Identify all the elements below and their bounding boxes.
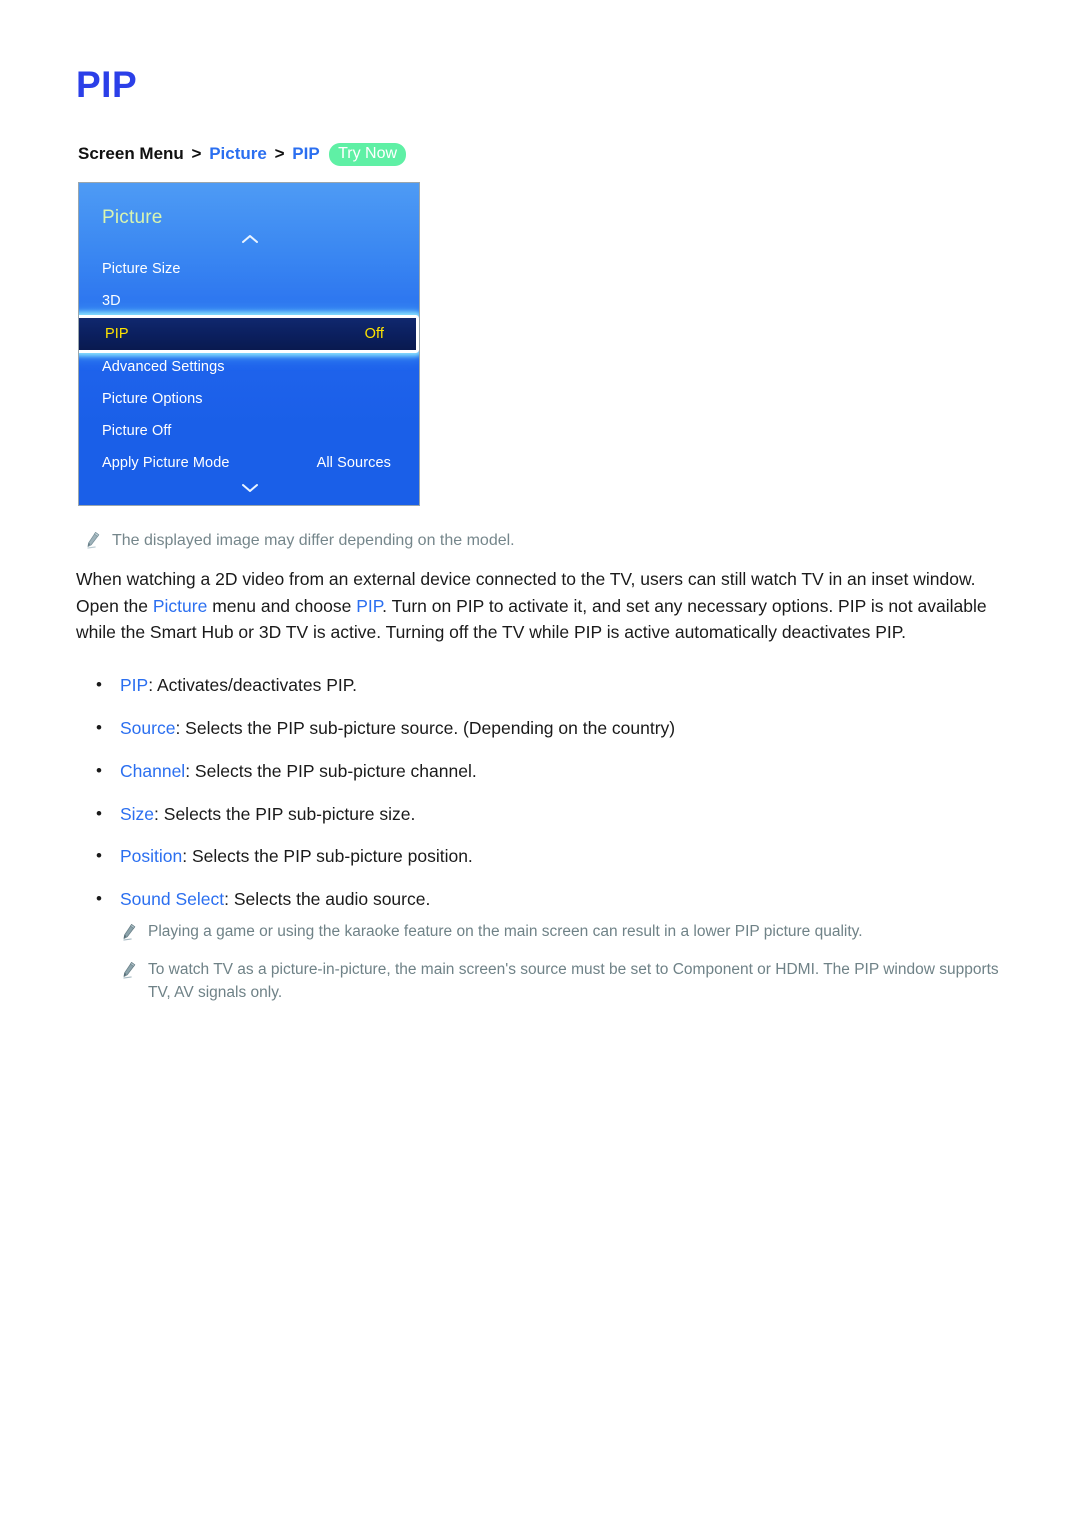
tv-menu-item-picture-size[interactable]: Picture Size [79,253,419,285]
list-item-term[interactable]: Channel [120,761,185,781]
list-item-position: • Position: Selects the PIP sub-picture … [92,844,1022,869]
page-title: PIP [76,64,138,105]
note-text: To watch TV as a picture-in-picture, the… [148,961,999,1001]
tv-menu-item-label: Picture Options [102,391,203,407]
bullet-icon: • [96,803,102,823]
tv-menu-item-label: Picture Off [102,423,172,439]
tv-menu-header: Picture [102,207,163,228]
list-item-desc: : Selects the PIP sub-picture channel. [185,760,477,781]
list-item-term[interactable]: Size [120,804,154,824]
tv-menu-item-value: Off [364,326,384,342]
chevron-up-icon[interactable] [79,232,419,247]
list-item-term[interactable]: Sound Select [120,889,224,909]
body-paragraph: When watching a 2D video from an externa… [76,566,1008,646]
list-item-desc: : Selects the PIP sub-picture position. [182,846,473,867]
list-item-term[interactable]: Source [120,718,175,738]
tv-menu-panel: Picture Picture Size 3D PIP Off Advanced… [78,182,420,506]
breadcrumb-separator-1: > [191,144,202,163]
note-text: The displayed image may differ depending… [112,532,515,549]
tv-menu-item-value: All Sources [316,455,391,471]
pencil-icon [84,531,102,549]
list-item-desc: : Activates/deactivates PIP. [148,675,358,695]
bullet-icon: • [96,760,102,780]
list-item-pip: • PIP: Activates/deactivates PIP. [92,673,1022,698]
tv-menu-rows: Picture Size 3D PIP Off Advanced Setting… [79,253,419,479]
note-text: Playing a game or using the karaoke feat… [148,923,863,940]
manual-page: PIP Screen Menu > Picture > PIP Try Now … [0,0,1080,1527]
tv-menu-item-advanced-settings[interactable]: Advanced Settings [79,351,419,383]
paragraph-link-picture[interactable]: Picture [153,596,207,616]
breadcrumb-separator-2: > [274,144,285,163]
try-now-badge[interactable]: Try Now [329,143,407,167]
bullet-icon: • [96,675,102,694]
list-item-term[interactable]: PIP [120,675,148,695]
breadcrumb: Screen Menu > Picture > PIP Try Now [78,143,407,167]
note-game-karaoke: Playing a game or using the karaoke feat… [120,921,1010,944]
tv-menu-item-label: PIP [105,326,129,342]
tv-menu-item-label: 3D [102,293,121,309]
tv-menu-item-pip[interactable]: PIP Off [79,315,419,353]
tv-menu-item-label: Advanced Settings [102,359,225,375]
breadcrumb-link-pip[interactable]: PIP [292,144,319,163]
bullet-icon: • [96,717,102,737]
tv-menu-item-picture-off[interactable]: Picture Off [79,415,419,447]
chevron-down-icon[interactable] [79,481,419,496]
paragraph-link-pip[interactable]: PIP [356,596,382,616]
option-list: • PIP: Activates/deactivates PIP. • Sour… [92,673,1022,930]
list-item-desc: : Selects the PIP sub-picture size. [154,803,416,824]
tv-menu-item-apply-picture-mode[interactable]: Apply Picture Mode All Sources [79,447,419,479]
paragraph-part-2: menu and choose [207,595,357,616]
pencil-icon [120,923,138,941]
tv-menu-item-label: Picture Size [102,261,181,277]
note-source-requirement: To watch TV as a picture-in-picture, the… [120,959,1010,1005]
pencil-icon [120,961,138,979]
list-item-source: • Source: Selects the PIP sub-picture so… [92,716,1022,741]
list-item-size: • Size: Selects the PIP sub-picture size… [92,802,1022,827]
list-item-desc: : Selects the audio source. [224,889,431,910]
list-item-sound-select: • Sound Select: Selects the audio source… [92,887,1022,912]
list-item-desc: : Selects the PIP sub-picture source. (D… [175,717,676,738]
tv-menu-selection-highlight: PIP Off [79,315,419,353]
breadcrumb-link-picture[interactable]: Picture [209,144,267,163]
tv-menu-item-3d[interactable]: 3D [79,285,419,317]
tv-menu-item-picture-options[interactable]: Picture Options [79,383,419,415]
bullet-icon: • [96,846,102,866]
bullet-icon: • [96,889,102,909]
tv-menu-item-label: Apply Picture Mode [102,455,230,471]
breadcrumb-root: Screen Menu [78,144,184,163]
note-model-disclaimer: The displayed image may differ depending… [84,529,984,553]
list-item-channel: • Channel: Selects the PIP sub-picture c… [92,759,1022,784]
list-item-term[interactable]: Position [120,846,182,866]
